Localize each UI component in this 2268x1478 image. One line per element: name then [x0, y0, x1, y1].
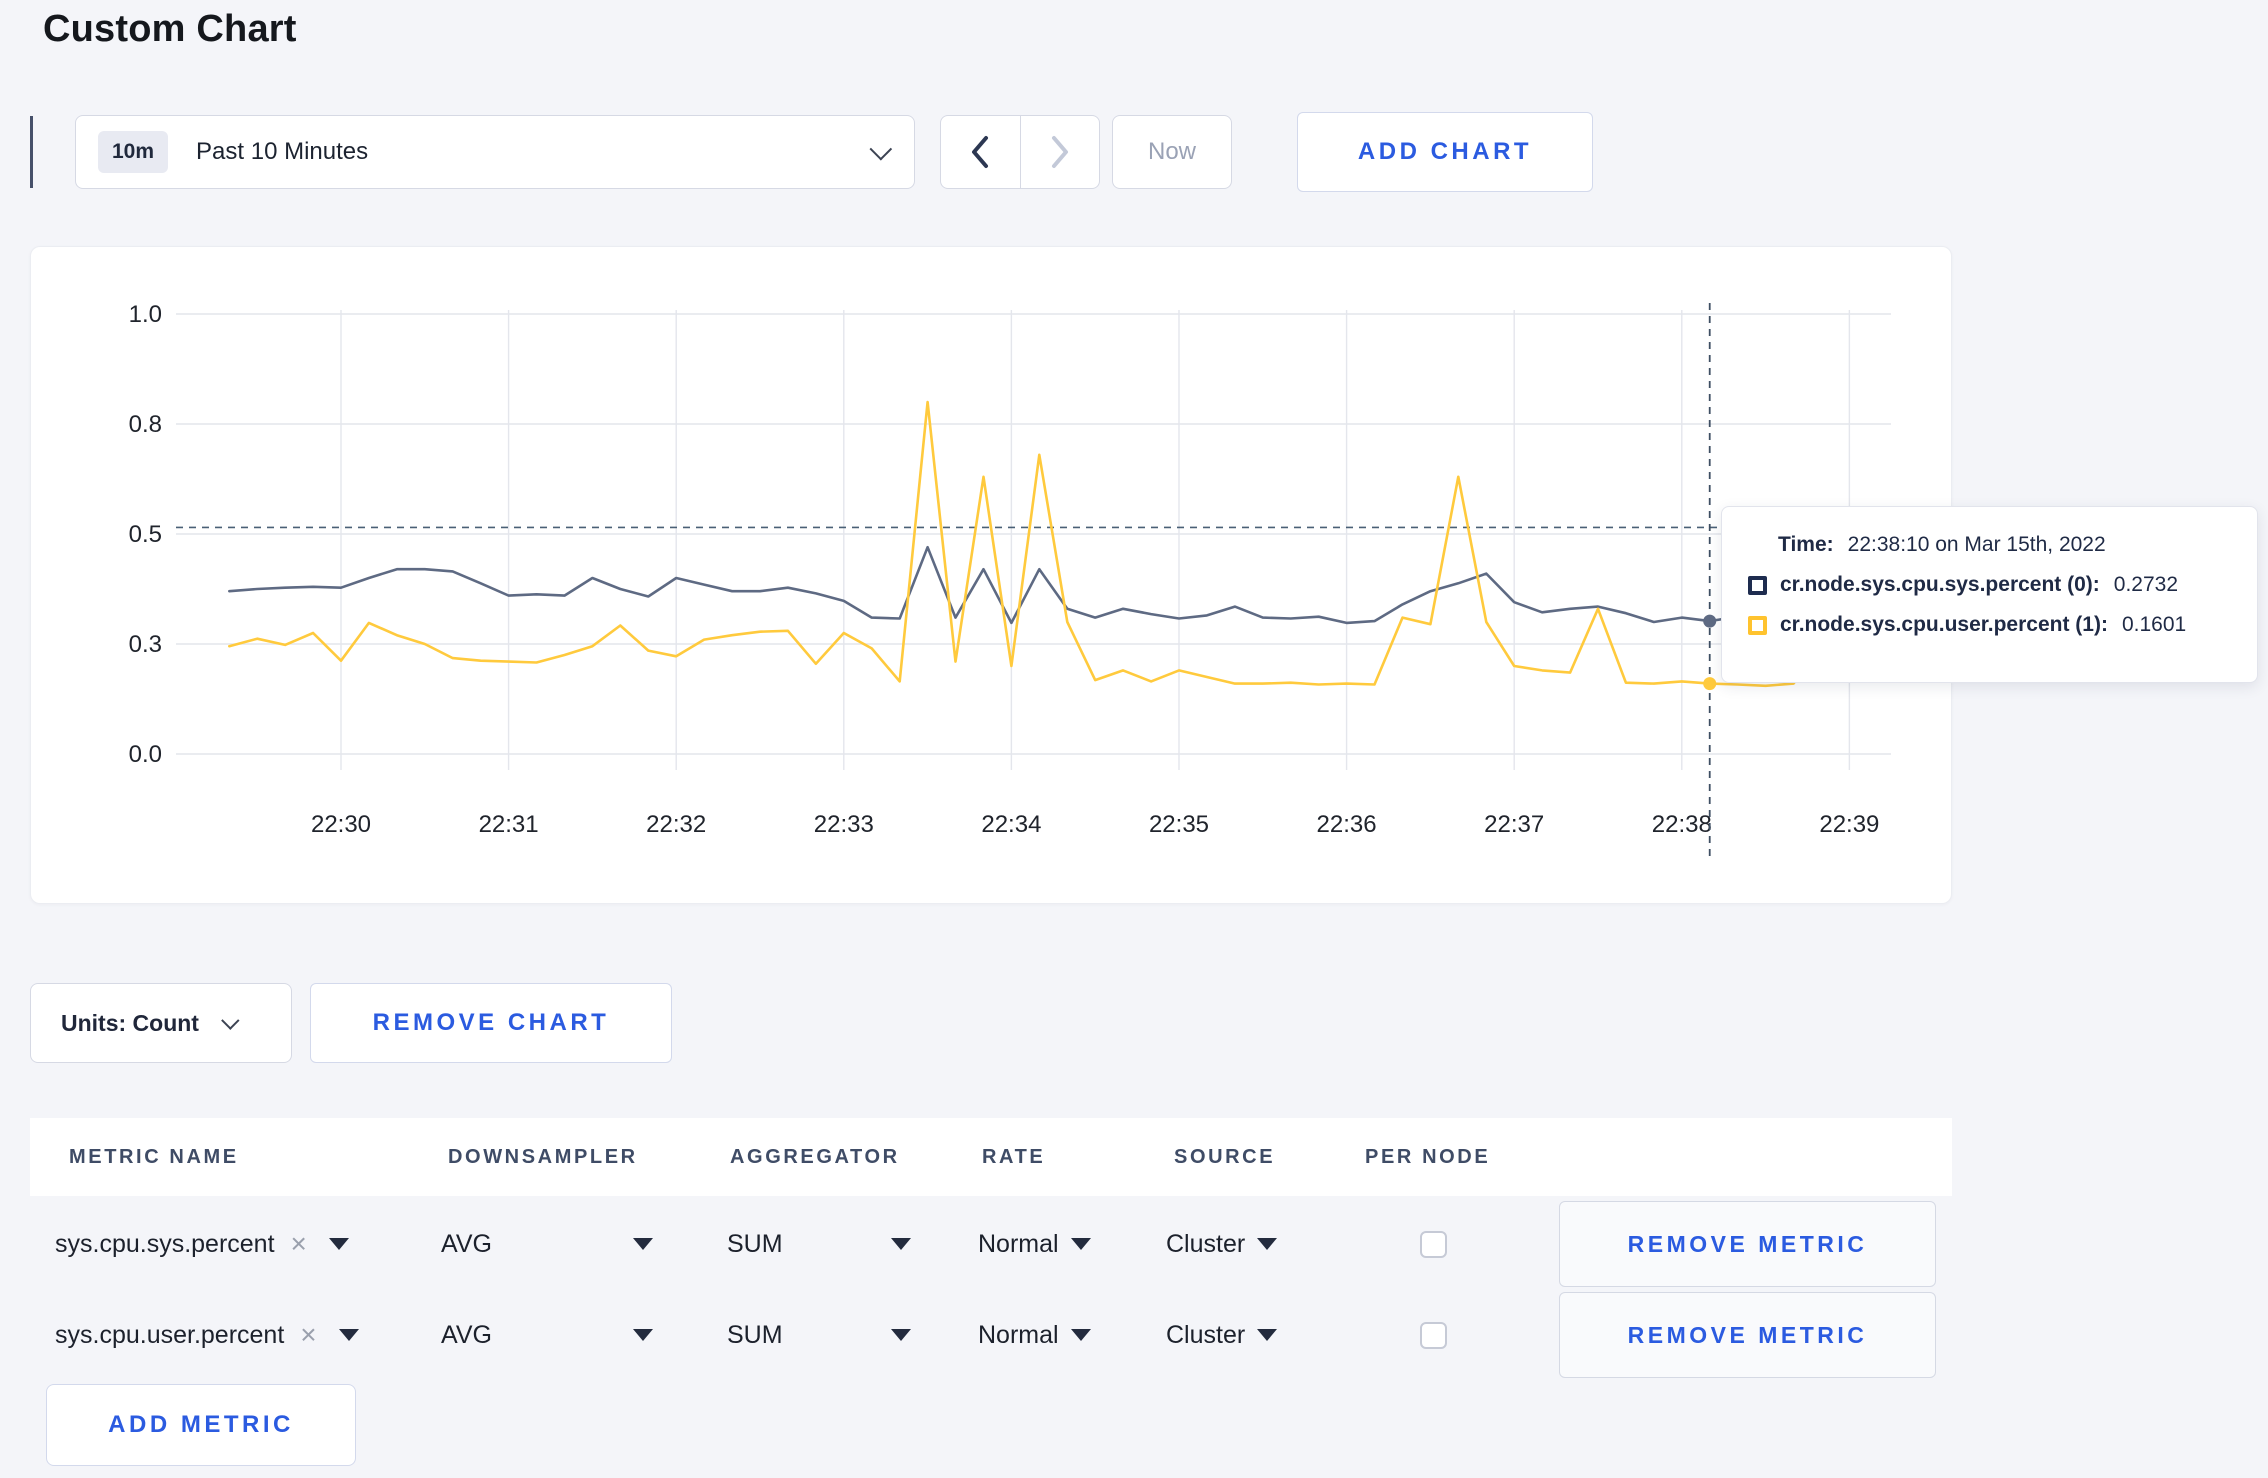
remove-chart-button[interactable]: REMOVE CHART	[310, 983, 672, 1063]
remove-metric-button[interactable]: REMOVE METRIC	[1559, 1201, 1936, 1287]
tooltip-series-value: 0.1601	[2121, 613, 2187, 636]
rate-select[interactable]: Normal	[978, 1200, 1091, 1288]
col-header-aggregator: AGGREGATOR	[730, 1146, 900, 1168]
aggregator-select[interactable]: SUM	[727, 1200, 911, 1288]
select-caret-icon	[328, 1238, 349, 1250]
chevron-left-icon	[972, 136, 989, 168]
select-caret-icon	[1070, 1329, 1091, 1341]
time-prev-button[interactable]	[941, 116, 1020, 188]
select-caret-icon	[1257, 1329, 1278, 1341]
svg-text:22:35: 22:35	[1149, 811, 1209, 838]
svg-text:22:32: 22:32	[646, 811, 706, 838]
col-header-downsampler: DOWNSAMPLER	[448, 1146, 638, 1168]
chart-tooltip: Time: 22:38:10 on Mar 15th, 2022 cr.node…	[1721, 506, 2258, 683]
time-window-dropdown[interactable]: 10m Past 10 Minutes	[75, 115, 915, 189]
aggregator-select[interactable]: SUM	[727, 1291, 911, 1379]
time-window-badge: 10m	[98, 131, 169, 173]
metric-name-value: sys.cpu.sys.percent	[55, 1229, 275, 1258]
metric-name-select[interactable]: sys.cpu.sys.percent ×	[55, 1200, 349, 1288]
select-caret-icon	[1257, 1238, 1278, 1250]
chart-card: 0.0 0.3 0.5 0.8 1.0 22:30 22:31 22:32 22:33 22:34…	[30, 246, 1952, 904]
chevron-down-icon	[869, 137, 893, 161]
metric-name-value: sys.cpu.user.percent	[55, 1320, 285, 1349]
toolbar-accent-bar	[30, 116, 33, 188]
per-node-checkbox[interactable]	[1420, 1321, 1447, 1349]
time-nav-group	[940, 115, 1100, 189]
svg-text:0.8: 0.8	[129, 411, 162, 438]
custom-chart-page: Custom Chart 10m Past 10 Minutes Now ADD…	[0, 0, 2268, 1478]
remove-metric-button[interactable]: REMOVE METRIC	[1559, 1292, 1936, 1378]
svg-text:22:31: 22:31	[479, 811, 539, 838]
per-node-checkbox[interactable]	[1420, 1230, 1447, 1258]
downsampler-select[interactable]: AVG	[441, 1200, 653, 1288]
units-dropdown[interactable]: Units: Count	[30, 983, 292, 1063]
svg-text:22:36: 22:36	[1317, 811, 1377, 838]
svg-text:22:37: 22:37	[1484, 811, 1544, 838]
select-caret-icon	[891, 1329, 911, 1341]
chevron-right-icon	[1051, 136, 1068, 168]
select-caret-icon	[1070, 1238, 1091, 1250]
clear-icon[interactable]: ×	[291, 1228, 307, 1260]
select-caret-icon	[633, 1329, 653, 1341]
page-title: Custom Chart	[43, 8, 297, 50]
tooltip-series-label: cr.node.sys.cpu.sys.percent (0):	[1780, 573, 2100, 596]
time-window-label: Past 10 Minutes	[196, 138, 369, 165]
metric-row: sys.cpu.sys.percent × AVG SUM Normal Clu…	[30, 1200, 1952, 1288]
source-select[interactable]: Cluster	[1166, 1291, 1278, 1379]
svg-text:22:33: 22:33	[814, 811, 874, 838]
svg-text:0.3: 0.3	[129, 631, 162, 658]
col-header-rate: RATE	[982, 1146, 1046, 1168]
clear-icon[interactable]: ×	[300, 1319, 316, 1351]
col-header-per-node: PER NODE	[1365, 1146, 1491, 1168]
rate-select[interactable]: Normal	[978, 1291, 1091, 1379]
metric-name-select[interactable]: sys.cpu.user.percent ×	[55, 1291, 359, 1379]
tooltip-time-label: Time:	[1778, 533, 1834, 556]
chevron-down-icon	[221, 1010, 240, 1030]
metrics-table-header: METRIC NAME DOWNSAMPLER AGGREGATOR RATE …	[30, 1118, 1952, 1196]
col-header-source: SOURCE	[1174, 1146, 1276, 1168]
tooltip-series-value: 0.2732	[2113, 573, 2179, 596]
downsampler-select[interactable]: AVG	[441, 1291, 653, 1379]
source-select[interactable]: Cluster	[1166, 1200, 1278, 1288]
time-next-button[interactable]	[1019, 116, 1100, 188]
svg-text:22:34: 22:34	[981, 811, 1041, 838]
svg-text:0.0: 0.0	[129, 741, 162, 768]
series-swatch-sys-icon	[1748, 575, 1767, 595]
metric-row: sys.cpu.user.percent × AVG SUM Normal Cl…	[30, 1291, 1952, 1379]
units-label: Units: Count	[61, 1009, 199, 1036]
svg-text:22:39: 22:39	[1819, 811, 1879, 838]
metrics-chart[interactable]: 0.0 0.3 0.5 0.8 1.0 22:30 22:31 22:32 22:33 22:34…	[31, 247, 1953, 905]
add-chart-button[interactable]: ADD CHART	[1297, 112, 1593, 192]
select-caret-icon	[338, 1329, 359, 1341]
svg-text:1.0: 1.0	[129, 301, 162, 328]
now-button[interactable]: Now	[1112, 115, 1232, 189]
series-swatch-user-icon	[1748, 615, 1767, 635]
tooltip-series-label: cr.node.sys.cpu.user.percent (1):	[1780, 613, 2108, 636]
add-metric-button[interactable]: ADD METRIC	[46, 1384, 356, 1466]
tooltip-time-value: 22:38:10 on Mar 15th, 2022	[1847, 533, 2106, 556]
col-header-metric-name: METRIC NAME	[69, 1146, 239, 1168]
svg-text:22:38: 22:38	[1652, 811, 1712, 838]
select-caret-icon	[633, 1238, 653, 1250]
svg-text:22:30: 22:30	[311, 811, 371, 838]
svg-text:0.5: 0.5	[129, 521, 162, 548]
select-caret-icon	[891, 1238, 911, 1250]
